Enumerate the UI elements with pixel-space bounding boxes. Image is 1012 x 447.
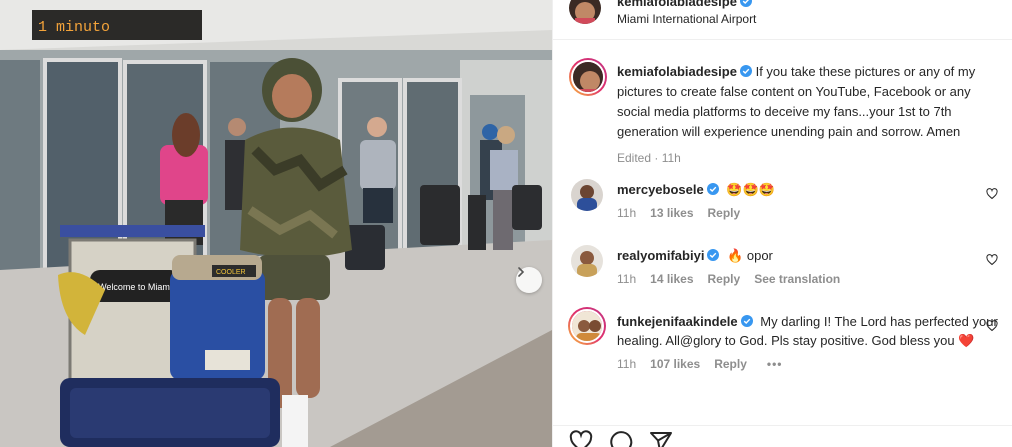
comment-likes[interactable]: 107 likes xyxy=(650,357,700,371)
comment-time[interactable]: 11h xyxy=(617,272,636,286)
comment-likes[interactable]: 14 likes xyxy=(650,272,693,286)
verified-badge-icon xyxy=(706,183,719,195)
comment-reply-button[interactable]: Reply xyxy=(708,206,741,220)
cart-sign-text: Welcome to Miami xyxy=(98,282,172,292)
comment-username[interactable]: funkejenifaakindele xyxy=(617,314,738,329)
comment-reply-button[interactable]: Reply xyxy=(714,357,747,371)
comment-username[interactable]: mercyebosele xyxy=(617,182,704,197)
author-avatar[interactable] xyxy=(569,0,601,24)
like-heart-icon[interactable] xyxy=(569,430,593,447)
comment-avatar[interactable] xyxy=(571,245,603,277)
author-username[interactable]: kemiafolabiadesipe xyxy=(617,0,752,9)
author-username-text[interactable]: kemiafolabiadesipe xyxy=(617,0,737,9)
comment-options-button[interactable]: ••• xyxy=(767,357,783,371)
comment-reply-button[interactable]: Reply xyxy=(708,272,741,286)
verified-badge-icon xyxy=(739,0,752,7)
post-caption: kemiafolabiadesipe If you take these pic… xyxy=(617,62,1005,168)
like-heart-icon[interactable] xyxy=(986,254,998,266)
caption-avatar[interactable] xyxy=(569,58,607,96)
verified-badge-icon xyxy=(707,249,720,261)
departure-sign-text: 1 minuto xyxy=(38,19,110,36)
caption-meta: Edited · 11h xyxy=(617,151,681,165)
comments-panel: kemiafolabiadesipe Miami International A… xyxy=(552,0,1012,447)
comment-avatar[interactable] xyxy=(568,307,606,345)
post-location[interactable]: Miami International Airport xyxy=(617,12,756,26)
post-action-bar xyxy=(553,425,1012,447)
comment-time[interactable]: 11h xyxy=(617,357,636,371)
comment-likes[interactable]: 13 likes xyxy=(650,206,693,220)
chevron-right-icon xyxy=(518,267,525,277)
like-heart-icon[interactable] xyxy=(986,188,998,200)
like-heart-icon[interactable] xyxy=(986,320,998,332)
verified-badge-icon xyxy=(739,65,752,77)
caption-username[interactable]: kemiafolabiadesipe xyxy=(617,64,737,79)
next-photo-button[interactable] xyxy=(516,267,542,293)
airport-photo: 1 minuto Welcome to Miami COOLER xyxy=(0,0,552,447)
bag-label-text: COOLER xyxy=(216,269,246,276)
comment-time[interactable]: 11h xyxy=(617,206,636,220)
post-photo[interactable]: 1 minuto Welcome to Miami COOLER xyxy=(0,0,552,447)
share-icon[interactable] xyxy=(649,430,673,447)
verified-badge-icon xyxy=(740,315,753,327)
comment-item: realyomifabiyi 🔥 opor 11h 14 likes Reply Se… xyxy=(617,246,1002,289)
comment-icon[interactable] xyxy=(609,430,633,447)
comment-username[interactable]: realyomifabiyi xyxy=(617,248,704,263)
comment-item: mercyebosele 🤩🤩🤩 11h 13 likes Reply xyxy=(617,180,1002,223)
comment-text: 🔥 opor xyxy=(727,248,773,263)
comment-text: 🤩🤩🤩 xyxy=(726,182,775,197)
comment-item: funkejenifaakindele My darling I! The Lo… xyxy=(617,312,1002,374)
comment-avatar[interactable] xyxy=(571,179,603,211)
post-header: kemiafolabiadesipe Miami International A… xyxy=(553,0,1012,40)
see-translation-button[interactable]: See translation xyxy=(754,272,840,286)
